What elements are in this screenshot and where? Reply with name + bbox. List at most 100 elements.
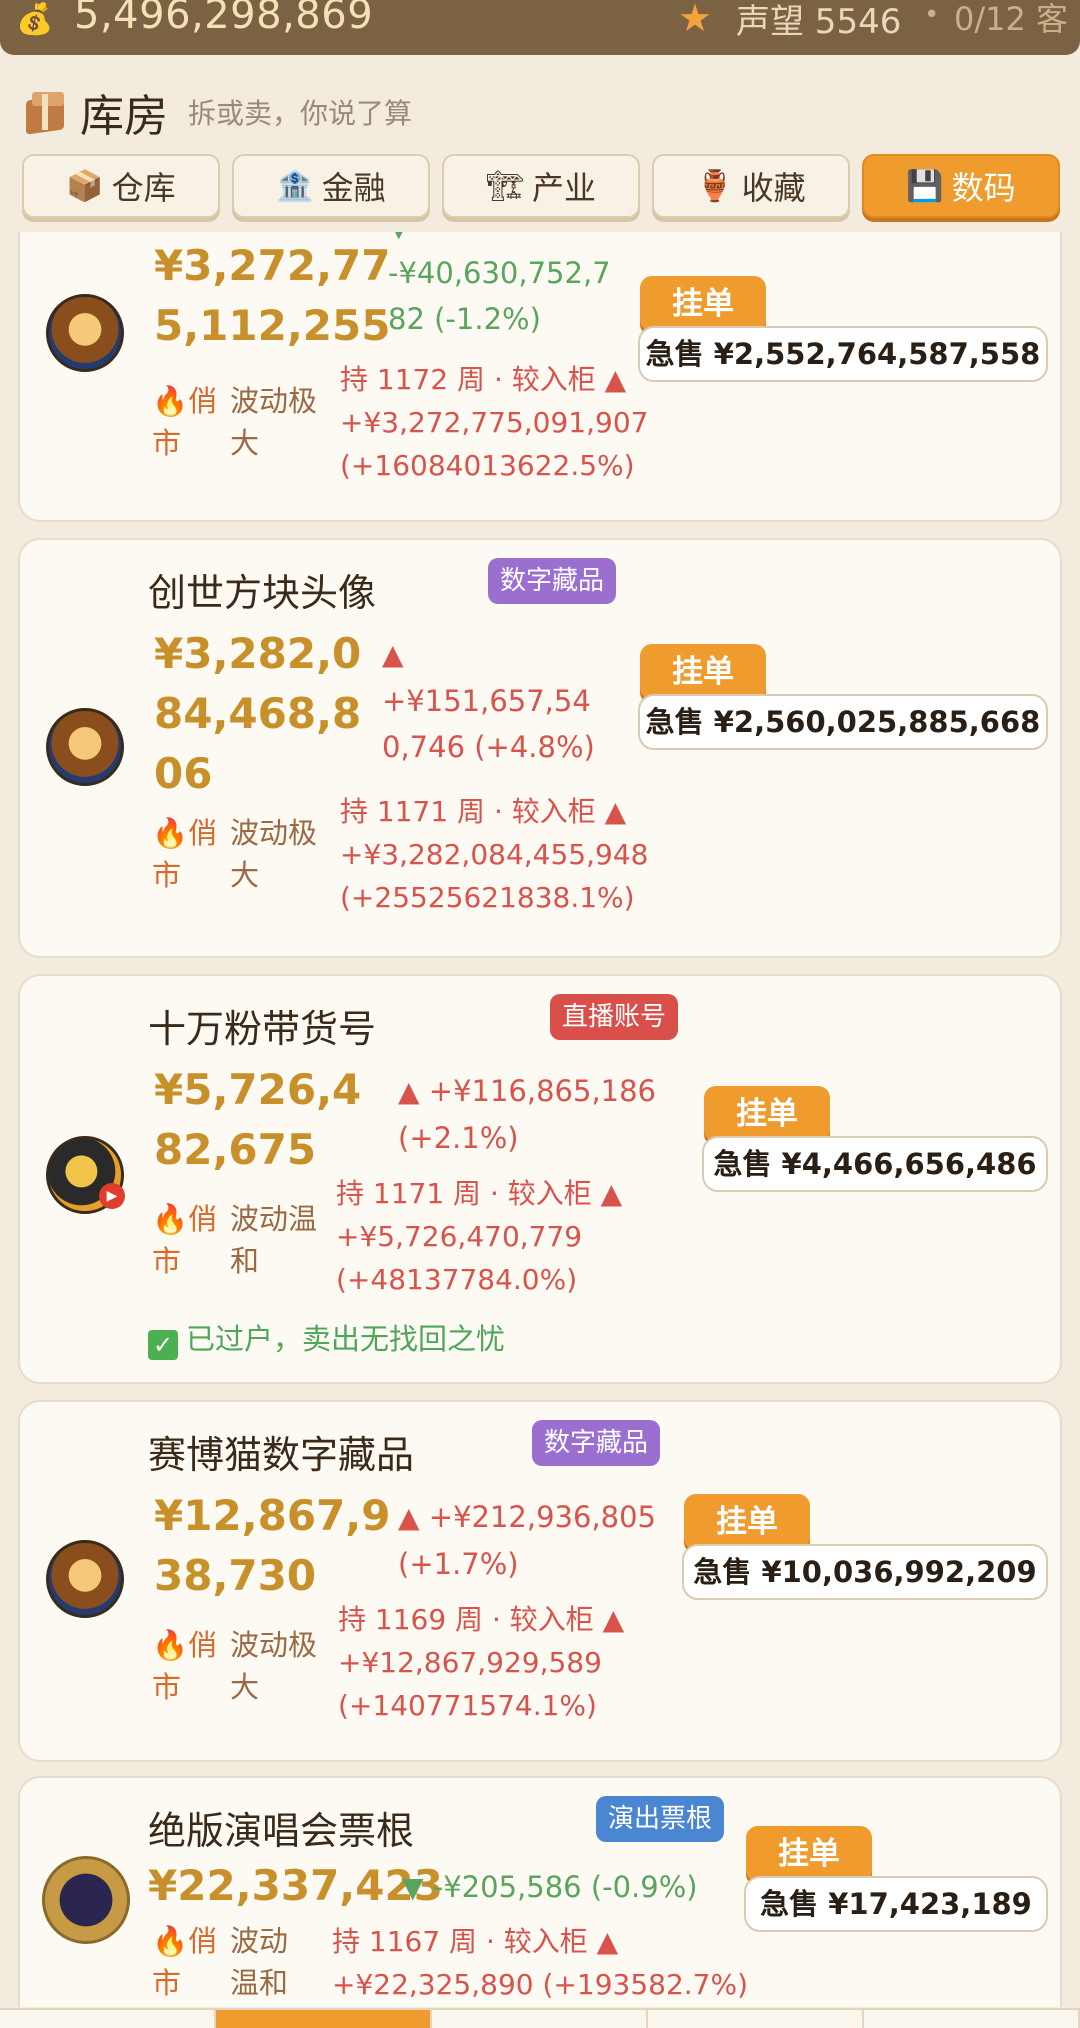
hold-line: 持 1172 周 · 较入柜 ▲ [340, 363, 627, 396]
heat-line: 🔥俏 [152, 1628, 218, 1662]
price-change: ▲ +¥151,657,54 0,746 (+4.8%) [382, 632, 595, 770]
item-card: ¥3,272,77 5,112,255 ▼ -¥40,630,752,7 82 … [18, 232, 1062, 522]
quick-sell-button[interactable]: 急售 ¥17,423,189 [744, 1876, 1048, 1932]
heat-line: 市 [152, 1670, 182, 1704]
checkmark-icon: ✓ [148, 1330, 178, 1360]
package-icon [24, 88, 68, 136]
guest-count: 0/12 客 [954, 0, 1069, 38]
separator-dot: • [924, 0, 940, 30]
vol-line: 温和 [230, 1966, 289, 2000]
price-line: 38,730 [154, 1551, 317, 1600]
heat-label: 🔥俏 市 [152, 812, 217, 896]
tab-label: 金融 [321, 169, 386, 207]
quick-sell-button[interactable]: 急售 ¥4,466,656,486 [702, 1136, 1048, 1192]
microphone-avatar-icon: ▶ [46, 1136, 125, 1214]
hold-line: (+48137784.0%) [336, 1263, 578, 1296]
hold-line: +¥5,726,470,779 [336, 1220, 583, 1253]
tab-warehouse[interactable]: 📦 仓库 [22, 154, 220, 218]
change-line: 82 (-1.2%) [388, 302, 541, 336]
list-button[interactable]: 挂单 [640, 644, 766, 700]
tab-label: 仓库 [111, 169, 176, 207]
vase-icon: 🏺 [696, 168, 734, 204]
volatility-label: 波动 温和 [230, 1920, 288, 2004]
price-line: 84,468,8 [154, 689, 362, 738]
volatility-label: 波动极 大 [230, 380, 317, 464]
quick-sell-button[interactable]: 急售 ¥2,560,025,885,668 [638, 694, 1048, 750]
heat-line: 🔥俏 [152, 1924, 218, 1958]
status-bar: 💰 5,496,298,869 ★ 声望 5546 • 0/12 客 [0, 0, 1080, 55]
list-button[interactable]: 挂单 [640, 276, 766, 332]
price-line: 82,675 [154, 1125, 317, 1174]
vol-line: 波动极 [230, 384, 318, 418]
vol-line: 和 [230, 1244, 260, 1278]
package-icon: 📦 [66, 168, 104, 204]
quick-sell-button[interactable]: 急售 ¥10,036,992,209 [682, 1544, 1048, 1600]
tab-label: 收藏 [741, 169, 806, 207]
heat-line: 市 [152, 426, 182, 460]
hold-line: +¥12,867,929,589 [338, 1646, 602, 1679]
price-line: ¥3,282,0 [154, 629, 362, 678]
list-button[interactable]: 挂单 [684, 1494, 810, 1550]
crane-icon: 🏗 [485, 168, 525, 204]
item-list[interactable]: ¥3,272,77 5,112,255 ▼ -¥40,630,752,7 82 … [0, 232, 1080, 2007]
list-button[interactable]: 挂单 [746, 1826, 872, 1882]
item-card: 十万粉带货号 直播账号 ▶ ¥5,726,4 82,675 ▲ +¥116,86… [18, 974, 1062, 1384]
hold-line: 持 1171 周 · 较入柜 ▲ [336, 1177, 623, 1210]
ticket-avatar-icon [42, 1856, 130, 1944]
monkey-avatar-icon [46, 708, 124, 786]
heat-label: 🔥俏 市 [152, 1624, 217, 1708]
quick-sell-button[interactable]: 急售 ¥2,552,764,587,558 [638, 326, 1048, 382]
list-button[interactable]: 挂单 [704, 1086, 830, 1142]
heat-line: 🔥俏 [152, 1202, 218, 1236]
nav-item[interactable] [648, 2010, 864, 2028]
item-price: ¥3,282,0 84,468,8 06 [154, 624, 361, 804]
holding-info: 持 1172 周 · 较入柜 ▲ +¥3,272,775,091,907 (+1… [340, 358, 648, 487]
reputation-value: 声望 5546 [736, 2, 902, 42]
price-change: ▼ -¥40,630,752,7 82 (-1.2%) [388, 232, 611, 342]
holding-info: 持 1167 周 · 较入柜 ▲ +¥22,325,890 (+193582.7… [332, 1920, 748, 2006]
play-icon: ▶ [99, 1183, 125, 1209]
item-price: ¥22,337,423 [148, 1856, 443, 1916]
item-card: 赛博猫数字藏品 数字藏品 ¥12,867,9 38,730 ▲ +¥212,93… [18, 1400, 1062, 1762]
change-line: +¥212,936,805 [428, 1500, 657, 1534]
category-tag: 直播账号 [550, 994, 679, 1040]
tab-label: 产业 [532, 169, 597, 207]
hold-line: (+16084013622.5%) [340, 449, 635, 482]
item-price: ¥12,867,9 38,730 [154, 1486, 390, 1606]
heat-line: 市 [152, 1244, 182, 1278]
category-tag: 数字藏品 [488, 558, 617, 604]
tab-digital[interactable]: 💾 数码 [862, 154, 1060, 218]
vol-line: 大 [230, 426, 260, 460]
tab-industry[interactable]: 🏗 产业 [442, 154, 640, 218]
hold-line: 持 1169 周 · 较入柜 ▲ [338, 1603, 625, 1636]
price-line: 06 [154, 749, 213, 798]
price-change: ▲ +¥212,936,805 (+1.7%) [398, 1494, 656, 1587]
tab-collection[interactable]: 🏺 收藏 [652, 154, 850, 218]
heat-line: 市 [152, 858, 182, 892]
item-name: 创世方块头像 [148, 571, 377, 615]
change-line: (+1.7%) [398, 1547, 519, 1581]
heat-line: 🔥俏 [152, 816, 218, 850]
tab-finance[interactable]: 🏦 金融 [232, 154, 430, 218]
change-line: -¥205,586 (-0.9%) [432, 1870, 698, 1904]
volatility-label: 波动极 大 [230, 812, 317, 896]
price-line: ¥22,337,423 [148, 1861, 443, 1910]
item-card: 绝版演唱会票根 演出票根 ¥22,337,423 ▼ -¥205,586 (-0… [18, 1776, 1062, 2007]
nav-item-active[interactable] [216, 2010, 432, 2028]
vol-line: 波动温 [230, 1202, 318, 1236]
nav-item[interactable] [432, 2010, 648, 2028]
hold-line: 持 1171 周 · 较入柜 ▲ [340, 795, 627, 828]
item-card: 创世方块头像 数字藏品 ¥3,282,0 84,468,8 06 ▲ +¥151… [18, 538, 1062, 958]
nav-item[interactable] [864, 2010, 1080, 2028]
monkey-avatar-icon [46, 294, 124, 372]
page-header: 库房 拆或卖，你说了算 [24, 82, 412, 142]
triangle-up-icon: ▲ [382, 638, 404, 671]
price-line: ¥3,272,77 [154, 241, 391, 290]
vol-line: 波动极 [230, 1628, 318, 1662]
money-amount: 5,496,298,869 [74, 0, 374, 38]
bank-icon: 🏦 [276, 168, 314, 204]
heat-label: 🔥俏 市 [152, 1920, 217, 2004]
nav-item[interactable] [0, 2010, 216, 2028]
category-tag: 数字藏品 [532, 1420, 661, 1466]
tab-label: 数码 [951, 169, 1016, 207]
